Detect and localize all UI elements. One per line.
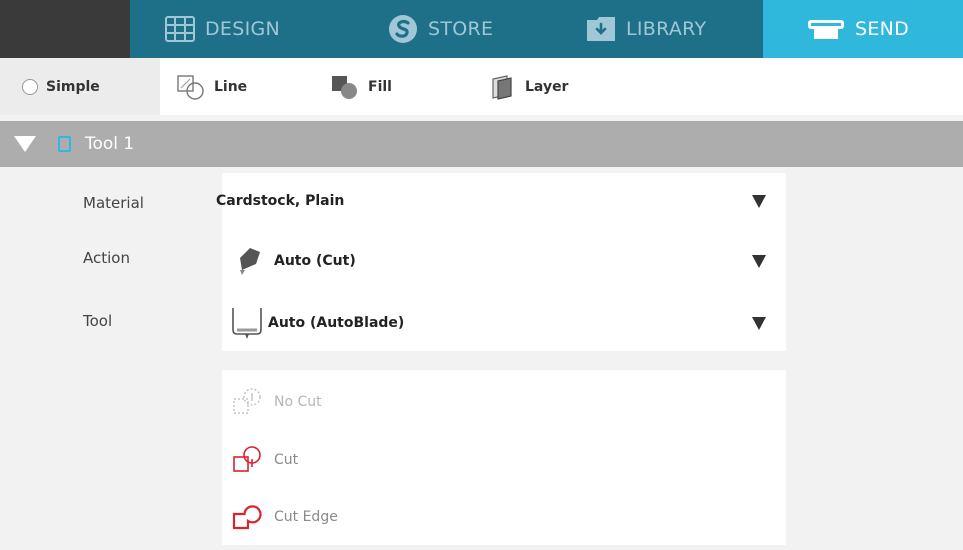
mode-simple[interactable]: Simple [22, 58, 100, 115]
mode-line[interactable]: Line [176, 58, 247, 115]
tool-panel-header[interactable]: Tool 1 [0, 121, 963, 167]
mode-fill-label: Fill [368, 78, 392, 95]
tab-store[interactable]: STORE [388, 0, 493, 58]
settings-card: Cardstock, Plain Auto (Cut) Auto (AutoBl… [216, 173, 786, 351]
mode-fill[interactable]: Fill [330, 58, 392, 115]
pen-tool-icon [240, 248, 260, 275]
tool-label: Tool [83, 312, 113, 330]
no-cut-icon [233, 388, 261, 414]
no-cut-label: No Cut [274, 394, 322, 410]
mode-bar: Simple Line Fill Layer [0, 58, 963, 115]
cutter-icon [808, 20, 844, 39]
tool-panel-title: Tool 1 [85, 134, 135, 154]
material-dropdown-arrow-icon[interactable] [752, 194, 766, 208]
library-download-icon [587, 17, 615, 41]
cut-options-card: No Cut Cut Cut Edge [222, 370, 786, 545]
mode-line-label: Line [214, 78, 248, 95]
tab-design-label: DESIGN [205, 18, 281, 40]
action-dropdown-arrow-icon[interactable] [752, 254, 766, 268]
tab-library-label: LIBRARY [626, 18, 707, 40]
cut-option-cut[interactable]: Cut [232, 440, 298, 480]
action-value: Auto (Cut) [274, 253, 356, 269]
top-navigation: DESIGN STORE LIBRARY SEND [0, 0, 963, 58]
layer-mode-icon [492, 74, 512, 100]
material-label: Material [83, 194, 144, 212]
fill-mode-icon [332, 75, 357, 99]
cut-edge-label: Cut Edge [274, 509, 338, 525]
tool-dropdown[interactable]: Auto (AutoBlade) [222, 295, 786, 351]
mode-simple-label: Simple [46, 78, 100, 95]
mode-layer[interactable]: Layer [489, 58, 568, 115]
store-s-icon [389, 15, 417, 43]
cut-edge-icon [232, 505, 262, 530]
tab-design[interactable]: DESIGN [165, 0, 280, 58]
nav-corner [0, 0, 130, 58]
mode-layer-label: Layer [525, 78, 569, 95]
tool-dropdown-arrow-icon[interactable] [752, 316, 766, 330]
tab-send[interactable]: SEND [763, 0, 963, 58]
cut-label: Cut [274, 452, 299, 468]
tab-send-label: SEND [855, 18, 910, 40]
cut-icon [233, 446, 261, 472]
cut-option-cut-edge[interactable]: Cut Edge [232, 497, 338, 537]
tab-store-label: STORE [428, 18, 494, 40]
action-dropdown[interactable]: Auto (Cut) [222, 233, 786, 289]
simple-radio-icon[interactable] [22, 78, 38, 95]
tab-library[interactable]: LIBRARY [586, 0, 706, 58]
material-dropdown[interactable]: Cardstock, Plain [216, 173, 786, 229]
material-value: Cardstock, Plain [216, 193, 345, 209]
action-label: Action [83, 249, 130, 267]
line-mode-icon [177, 74, 204, 100]
grid-icon [165, 16, 195, 42]
collapse-triangle-icon[interactable] [14, 136, 36, 152]
tool-value: Auto (AutoBlade) [268, 315, 405, 331]
tool-color-swatch [58, 136, 71, 152]
cut-option-no-cut[interactable]: No Cut [232, 382, 322, 422]
autoblade-icon [232, 308, 262, 339]
